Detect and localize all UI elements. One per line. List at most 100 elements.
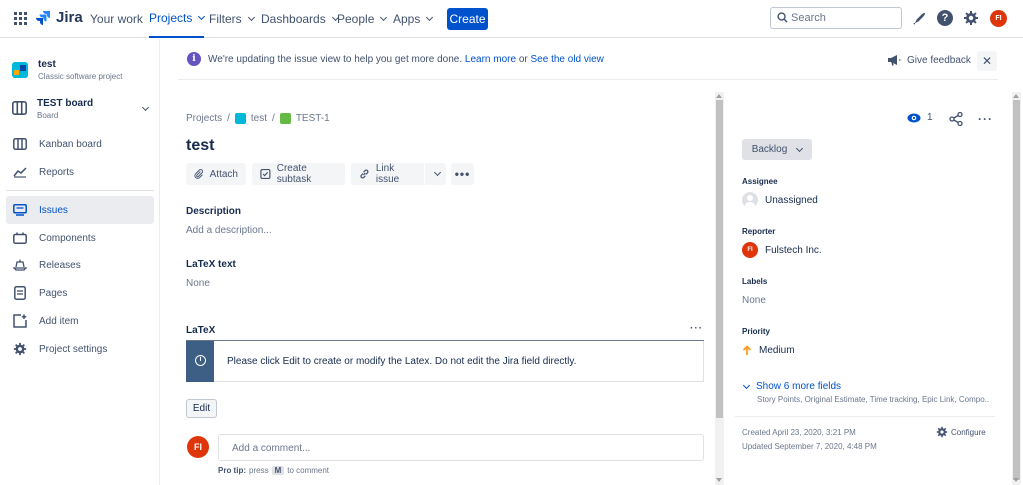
app-switcher-icon[interactable]	[14, 12, 27, 25]
link-issue-button[interactable]: Link issue	[351, 163, 424, 185]
sidebar-item-reports[interactable]: Reports	[6, 158, 154, 186]
scroll-down-icon[interactable]	[1013, 478, 1019, 482]
nav-label: Apps	[393, 12, 421, 26]
attach-button[interactable]: Attach	[186, 163, 246, 185]
protip-rest: to comment	[287, 466, 330, 475]
components-icon	[12, 230, 28, 246]
sidebar-item-issues[interactable]: Issues	[6, 196, 154, 224]
board-switch-chevron-icon[interactable]	[141, 103, 150, 112]
scroll-down-icon[interactable]	[716, 478, 722, 482]
sidebar-item-label: Add item	[39, 315, 79, 327]
created-date: Created April 23, 2020, 3:21 PM	[742, 428, 856, 437]
breadcrumb-separator: /	[227, 113, 230, 124]
scroll-up-icon[interactable]	[716, 94, 722, 98]
top-navigation: Jira Your work Projects Filters Dashboar…	[0, 0, 1023, 38]
priority-field[interactable]: Medium	[742, 345, 795, 356]
sidebar-item-add-item[interactable]: Add item	[6, 307, 154, 335]
description-input[interactable]: Add a description...	[186, 225, 272, 236]
issue-title[interactable]: test	[186, 137, 214, 155]
create-subtask-button[interactable]: Create subtask	[252, 163, 345, 185]
feedback-label: Give feedback	[907, 54, 971, 66]
notifications-icon[interactable]	[912, 11, 927, 26]
latex-more-icon[interactable]: ···	[690, 323, 703, 334]
edit-button[interactable]: Edit	[186, 399, 217, 418]
share-icon[interactable]	[949, 112, 963, 126]
nav-people[interactable]: People	[337, 0, 388, 38]
sidebar-item-label: Kanban board	[39, 138, 102, 150]
sidebar-item-releases[interactable]: Releases	[6, 251, 154, 279]
sidebar-item-components[interactable]: Components	[6, 224, 154, 252]
details-scrollbar-thumb[interactable]	[1013, 100, 1020, 480]
sidebar-item-label: Reports	[39, 166, 75, 178]
give-feedback-button[interactable]: Give feedback	[887, 54, 971, 66]
breadcrumb-project[interactable]: test	[251, 113, 267, 124]
sidebar-item-label: Pages	[39, 287, 68, 299]
jira-logo[interactable]: Jira	[35, 9, 83, 26]
releases-icon	[12, 257, 28, 273]
chevron-down-icon	[198, 12, 206, 21]
priority-label: Priority	[742, 327, 771, 336]
link-issue-label: Link issue	[375, 163, 400, 185]
watch-button[interactable]: 1	[907, 112, 933, 123]
breadcrumb-projects[interactable]: Projects	[186, 113, 222, 124]
create-subtask-label: Create subtask	[276, 163, 312, 185]
nav-label: Your work	[90, 12, 143, 26]
link-icon	[360, 169, 369, 179]
unassigned-avatar-icon	[742, 192, 758, 208]
banner-text: We're updating the issue view to help yo…	[208, 54, 463, 65]
user-avatar[interactable]: FI	[990, 10, 1007, 27]
scroll-up-icon[interactable]	[1013, 94, 1019, 98]
nav-dashboards[interactable]: Dashboards	[261, 0, 339, 38]
paperclip-icon	[194, 169, 204, 179]
show-more-fields-button[interactable]: Show 6 more fields	[742, 381, 841, 392]
reporter-field[interactable]: FI Fulstech Inc.	[742, 242, 822, 258]
sidebar-item-label: Issues	[39, 204, 68, 216]
priority-medium-icon	[742, 345, 752, 355]
more-options-icon[interactable]: ···	[978, 112, 993, 126]
nav-filters[interactable]: Filters	[209, 0, 255, 38]
link-issue-dropdown[interactable]	[425, 163, 446, 185]
kanban-icon	[12, 136, 28, 152]
latex-text-value[interactable]: None	[186, 278, 210, 289]
sidebar-item-pages[interactable]: Pages	[6, 279, 154, 307]
project-avatar[interactable]	[12, 62, 28, 78]
chevron-down-icon	[742, 381, 751, 389]
sidebar-item-project-settings[interactable]: Project settings	[6, 335, 154, 363]
description-label: Description	[186, 206, 242, 217]
main-scrollbar-thumb[interactable]	[716, 100, 723, 418]
sidebar-item-kanban-board[interactable]: Kanban board	[6, 130, 154, 158]
more-actions-button[interactable]: •••	[451, 163, 474, 185]
board-name[interactable]: TEST board	[37, 98, 93, 109]
learn-more-link[interactable]: Learn more	[465, 54, 516, 65]
project-type: Classic software project	[38, 72, 123, 81]
project-name[interactable]: test	[38, 59, 56, 70]
banner-or: or	[518, 54, 528, 65]
chevron-down-icon	[380, 13, 388, 22]
configure-button[interactable]: Configure	[936, 426, 986, 438]
help-icon[interactable]: ?	[937, 10, 953, 26]
create-button[interactable]: Create	[447, 8, 488, 30]
gear-icon	[12, 341, 28, 357]
old-view-link[interactable]: See the old view	[531, 54, 604, 65]
more-icon: •••	[454, 167, 471, 181]
breadcrumb-issue-key[interactable]: TEST-1	[296, 113, 330, 124]
eye-icon	[907, 113, 921, 122]
sidebar-item-label: Components	[39, 232, 96, 244]
update-banner: We're updating the issue view to help yo…	[208, 54, 604, 65]
nav-your-work[interactable]: Your work	[90, 0, 143, 38]
nav-apps[interactable]: Apps	[393, 0, 434, 38]
sidebar-item-label: Releases	[39, 259, 81, 271]
close-icon[interactable]: ✕	[977, 51, 997, 71]
chevron-down-icon	[433, 168, 441, 177]
status-dropdown[interactable]: Backlog	[742, 139, 812, 160]
reporter-avatar: FI	[742, 242, 758, 258]
protip-label: Pro tip:	[218, 466, 246, 475]
attach-label: Attach	[209, 168, 238, 180]
more-fields-list: Story Points, Original Estimate, Time tr…	[757, 395, 989, 404]
assignee-field[interactable]: Unassigned	[742, 192, 818, 208]
nav-projects[interactable]: Projects	[149, 0, 206, 38]
sidebar-item-label: Project settings	[39, 343, 108, 355]
search-input[interactable]: Search	[770, 7, 902, 29]
settings-icon[interactable]	[963, 10, 979, 26]
labels-value[interactable]: None	[742, 295, 766, 306]
